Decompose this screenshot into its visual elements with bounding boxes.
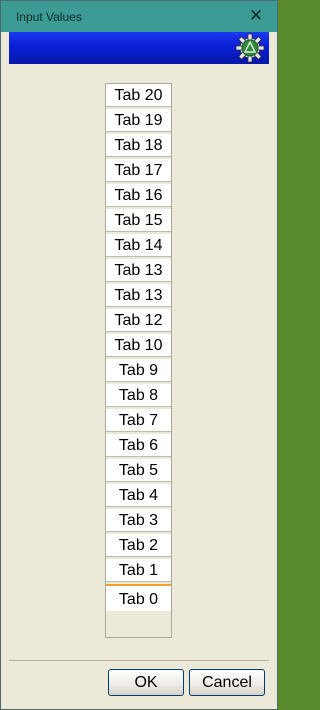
right-border [268,32,277,709]
tab-item[interactable]: Tab 19 [106,109,171,132]
tab-item[interactable]: Tab 14 [106,234,171,257]
tab-item[interactable]: Tab 12 [106,309,171,332]
tab-item[interactable]: Tab 6 [106,434,171,457]
dialog-content: Tab 20 Tab 19 Tab 18 Tab 17 Tab 16 Tab 15 Tab … [9,64,269,661]
dialog-footer: OK Cancel [9,660,269,709]
tab-item[interactable]: Tab 15 [106,209,171,232]
gear-icon [235,33,265,63]
input-values-dialog: Input Values ✕ Tab 20 Tab 19 Tab 18 Tab 17 T… [0,0,278,710]
tab-item[interactable]: Tab 4 [106,484,171,507]
tab-item[interactable]: Tab 0 [106,584,171,611]
tab-item[interactable]: Tab 13 [106,259,171,282]
tab-item[interactable]: Tab 7 [106,409,171,432]
tab-item[interactable]: Tab 16 [106,184,171,207]
tab-item[interactable]: Tab 18 [106,134,171,157]
tab-item[interactable]: Tab 9 [106,359,171,382]
window-title: Input Values [16,10,82,24]
tab-list[interactable]: Tab 20 Tab 19 Tab 18 Tab 17 Tab 16 Tab 15 Tab … [105,83,172,638]
tab-item[interactable]: Tab 3 [106,509,171,532]
cancel-button[interactable]: Cancel [189,669,265,696]
tab-item[interactable]: Tab 13 [106,284,171,307]
tab-item[interactable]: Tab 10 [106,334,171,357]
tab-item[interactable]: Tab 20 [106,84,171,107]
tab-item[interactable]: Tab 5 [106,459,171,482]
tab-item[interactable]: Tab 1 [106,559,171,582]
tab-item[interactable]: Tab 8 [106,384,171,407]
title-bar[interactable]: Input Values ✕ [1,1,277,32]
tab-item[interactable]: Tab 17 [106,159,171,182]
close-icon[interactable]: ✕ [245,5,267,27]
tab-item[interactable]: Tab 2 [106,534,171,557]
header-banner [9,32,269,64]
ok-button[interactable]: OK [108,669,184,696]
